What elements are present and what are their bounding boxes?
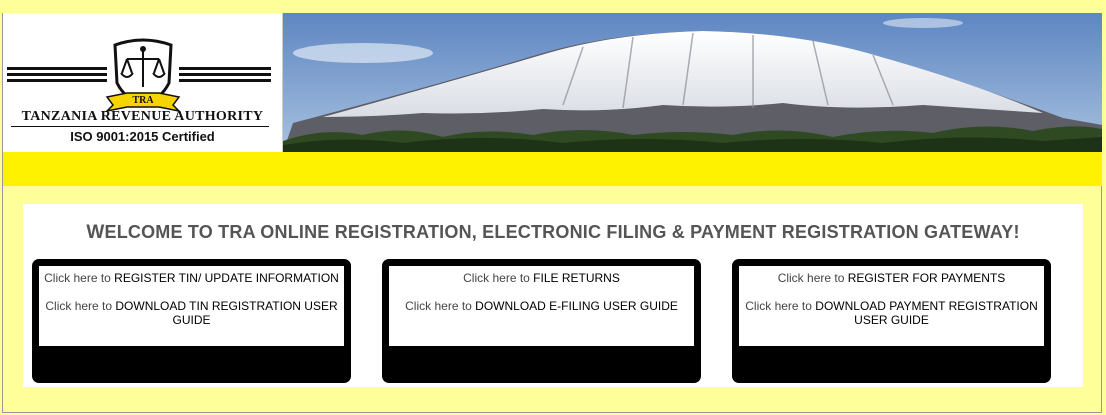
download-efiling-guide-link[interactable]: DOWNLOAD E-FILING USER GUIDE (475, 299, 678, 313)
tin-registration-card: Click here to REGISTER TIN/ UPDATE INFOR… (32, 259, 351, 383)
welcome-first-letter: W (86, 222, 105, 243)
file-returns-link[interactable]: FILE RETURNS (533, 271, 620, 285)
card-line: Click here to DOWNLOAD PAYMENT REGISTRAT… (739, 299, 1044, 327)
org-name: TANZANIA REVENUE AUTHORITY (21, 109, 264, 124)
click-here-label: Click here to (405, 299, 476, 313)
yellow-band (3, 152, 1102, 186)
payment-registration-card: Click here to REGISTER FOR PAYMENTS Clic… (732, 259, 1051, 383)
welcome-heading: WELCOME TO TRA ONLINE REGISTRATION, ELEC… (23, 222, 1083, 244)
tra-logo: TRA TANZANIA REVENUE AUTHORITY ISO 9001:… (3, 13, 283, 152)
card-line: Click here to REGISTER FOR PAYMENTS (739, 271, 1044, 285)
register-payments-link[interactable]: REGISTER FOR PAYMENTS (848, 271, 1006, 285)
card-content: Click here to FILE RETURNS Click here to… (389, 266, 694, 346)
card-content: Click here to REGISTER TIN/ UPDATE INFOR… (39, 266, 344, 346)
register-tin-link[interactable]: REGISTER TIN/ UPDATE INFORMATION (114, 271, 339, 285)
mountain-landscape (283, 13, 1102, 152)
kilimanjaro-banner-image (283, 13, 1102, 152)
file-returns-card: Click here to FILE RETURNS Click here to… (382, 259, 701, 383)
click-here-label: Click here to (745, 299, 816, 313)
card-line: Click here to DOWNLOAD TIN REGISTRATION … (39, 299, 344, 327)
click-here-label: Click here to (777, 271, 848, 285)
click-here-label: Click here to (45, 299, 116, 313)
click-here-label: Click here to (463, 271, 534, 285)
download-tin-guide-link[interactable]: DOWNLOAD TIN REGISTRATION USER GUIDE (115, 299, 337, 327)
org-underline (11, 126, 269, 127)
card-line: Click here to DOWNLOAD E-FILING USER GUI… (389, 299, 694, 313)
card-line: Click here to REGISTER TIN/ UPDATE INFOR… (39, 271, 344, 285)
card-line: Click here to FILE RETURNS (389, 271, 694, 285)
logo-badge-text: TRA (132, 95, 154, 106)
certification-text: ISO 9001:2015 Certified (70, 129, 215, 144)
site-header: TRA TANZANIA REVENUE AUTHORITY ISO 9001:… (3, 13, 1102, 152)
gateway-panel: WELCOME TO TRA ONLINE REGISTRATION, ELEC… (23, 204, 1083, 387)
click-here-label: Click here to (44, 271, 115, 285)
download-payment-guide-link[interactable]: DOWNLOAD PAYMENT REGISTRATION USER GUIDE (815, 299, 1037, 327)
card-content: Click here to REGISTER FOR PAYMENTS Clic… (739, 266, 1044, 346)
welcome-prefix: ELCOME TO (104, 222, 219, 242)
welcome-title: TRA ONLINE REGISTRATION, ELECTRONIC FILI… (218, 222, 1020, 242)
